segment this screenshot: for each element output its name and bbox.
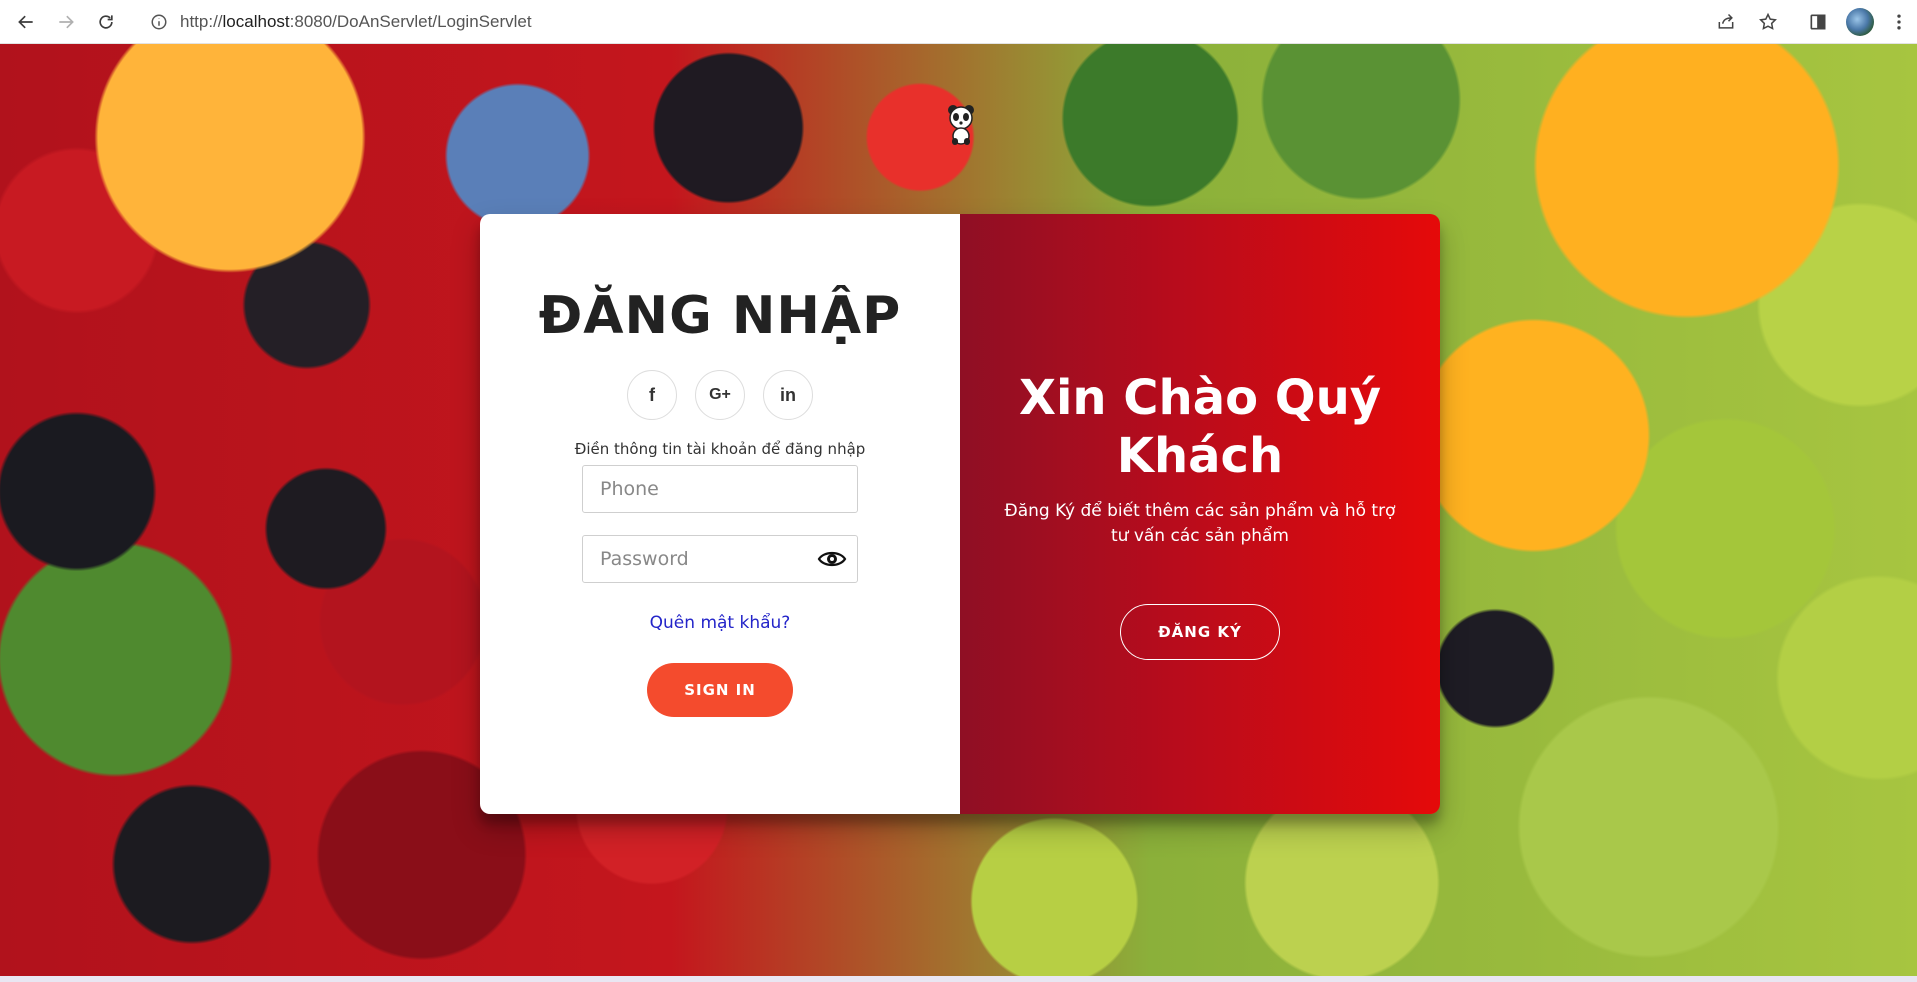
bottom-edge [0, 976, 1917, 982]
star-icon [1759, 12, 1777, 30]
facebook-icon: f [649, 384, 655, 405]
phone-input[interactable] [598, 477, 798, 501]
forward-button[interactable] [46, 2, 86, 42]
reload-icon [99, 14, 113, 29]
google-login-button[interactable]: G+ [695, 370, 745, 420]
reload-button[interactable] [86, 2, 126, 42]
back-button[interactable] [6, 2, 46, 42]
profile-avatar[interactable] [1846, 8, 1874, 36]
eye-icon[interactable] [817, 548, 847, 570]
linkedin-icon: in [780, 384, 796, 405]
auth-card: ĐĂNG NHẬP f G+ in Điền thông tin tài kho… [480, 214, 1440, 814]
phone-field[interactable] [582, 465, 858, 513]
browser-actions [1705, 0, 1917, 44]
kebab-menu-icon [1897, 14, 1901, 30]
login-title: ĐĂNG NHẬP [538, 286, 902, 346]
info-icon[interactable] [150, 13, 168, 31]
welcome-panel: Xin Chào Quý Khách Đăng Ký để biết thêm … [960, 214, 1440, 814]
password-field[interactable] [582, 535, 858, 583]
browser-toolbar: http://localhost:8080/DoAnServlet/LoginS… [0, 0, 1917, 44]
facebook-login-button[interactable]: f [627, 370, 677, 420]
page-background: ĐĂNG NHẬP f G+ in Điền thông tin tài kho… [0, 44, 1917, 976]
login-panel: ĐĂNG NHẬP f G+ in Điền thông tin tài kho… [480, 214, 960, 814]
back-arrow-icon [18, 15, 33, 28]
url-text[interactable]: http://localhost:8080/DoAnServlet/LoginS… [180, 12, 532, 32]
forgot-password-link[interactable]: Quên mật khẩu? [650, 613, 791, 633]
side-panel-button[interactable] [1797, 1, 1839, 43]
linkedin-login-button[interactable]: in [763, 370, 813, 420]
welcome-title: Xin Chào Quý Khách [1018, 369, 1382, 484]
register-button[interactable]: ĐĂNG KÝ [1120, 603, 1280, 660]
panda-cursor-icon [948, 105, 974, 145]
url-path: :8080/DoAnServlet/LoginServlet [289, 12, 532, 31]
url-host: localhost [222, 12, 290, 31]
share-icon [1718, 13, 1734, 29]
forward-arrow-icon [59, 15, 74, 28]
google-plus-icon: G+ [709, 386, 731, 403]
bookmark-button[interactable] [1747, 1, 1789, 43]
share-button[interactable] [1705, 1, 1747, 43]
sign-in-button[interactable]: SIGN IN [647, 663, 793, 717]
social-login-row: f G+ in [627, 370, 813, 420]
url-prefix: http:// [180, 12, 223, 31]
welcome-subtitle: Đăng Ký để biết thêm các sản phẩm và hỗ … [1004, 500, 1396, 546]
password-input[interactable] [598, 547, 798, 571]
address-bar[interactable]: http://localhost:8080/DoAnServlet/LoginS… [136, 6, 1696, 38]
login-helper-text: Điền thông tin tài khoản để đăng nhập [574, 440, 866, 458]
side-panel-icon [1810, 14, 1826, 30]
menu-button[interactable] [1881, 1, 1917, 43]
